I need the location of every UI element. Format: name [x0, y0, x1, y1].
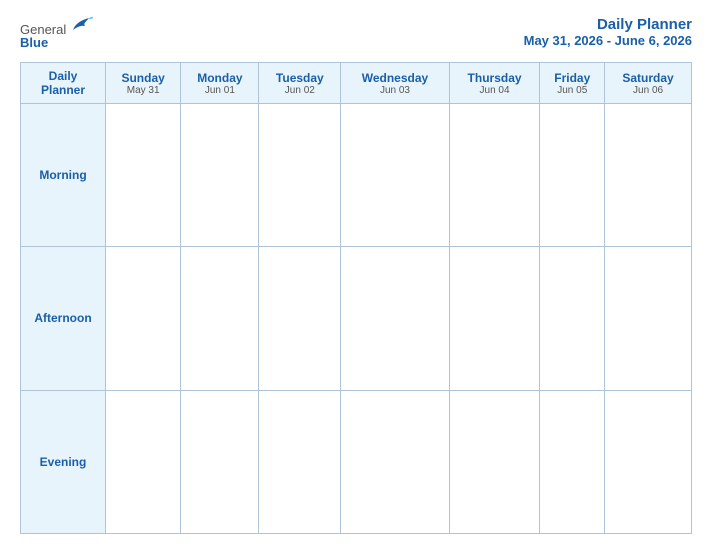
evening-label: Evening [21, 390, 106, 533]
morning-thursday-cell[interactable] [449, 104, 540, 247]
thursday-date: Jun 04 [454, 85, 536, 96]
monday-label: Monday [185, 71, 254, 85]
page-header: General Blue Daily Planner May 31, 2026 … [20, 16, 692, 50]
col-header-sunday: Sunday May 31 [106, 63, 181, 104]
afternoon-friday-cell[interactable] [540, 247, 605, 390]
evening-saturday-cell[interactable] [605, 390, 692, 533]
afternoon-thursday-cell[interactable] [449, 247, 540, 390]
evening-tuesday-cell[interactable] [259, 390, 341, 533]
calendar-table: Daily Planner Sunday May 31 Monday Jun 0… [20, 62, 692, 534]
logo: General Blue [20, 16, 93, 50]
col-header-tuesday: Tuesday Jun 02 [259, 63, 341, 104]
afternoon-label: Afternoon [21, 247, 106, 390]
page-title: Daily Planner [524, 16, 692, 33]
afternoon-row: Afternoon [21, 247, 692, 390]
logo-blue: Blue [20, 35, 93, 50]
morning-tuesday-cell[interactable] [259, 104, 341, 247]
wednesday-label: Wednesday [345, 71, 445, 85]
page-subtitle: May 31, 2026 - June 6, 2026 [524, 33, 692, 48]
corner-label-line1: Daily [25, 69, 101, 83]
saturday-label: Saturday [609, 71, 687, 85]
morning-saturday-cell[interactable] [605, 104, 692, 247]
col-header-wednesday: Wednesday Jun 03 [341, 63, 450, 104]
corner-header: Daily Planner [21, 63, 106, 104]
col-header-saturday: Saturday Jun 06 [605, 63, 692, 104]
morning-row: Morning [21, 104, 692, 247]
corner-label-line2: Planner [25, 83, 101, 97]
col-header-thursday: Thursday Jun 04 [449, 63, 540, 104]
afternoon-wednesday-cell[interactable] [341, 247, 450, 390]
morning-sunday-cell[interactable] [106, 104, 181, 247]
sunday-date: May 31 [110, 85, 176, 96]
afternoon-monday-cell[interactable] [181, 247, 259, 390]
col-header-monday: Monday Jun 01 [181, 63, 259, 104]
evening-monday-cell[interactable] [181, 390, 259, 533]
afternoon-tuesday-cell[interactable] [259, 247, 341, 390]
tuesday-date: Jun 02 [263, 85, 336, 96]
col-header-friday: Friday Jun 05 [540, 63, 605, 104]
evening-sunday-cell[interactable] [106, 390, 181, 533]
monday-date: Jun 01 [185, 85, 254, 96]
tuesday-label: Tuesday [263, 71, 336, 85]
morning-monday-cell[interactable] [181, 104, 259, 247]
logo-bird-icon [71, 16, 93, 34]
title-area: Daily Planner May 31, 2026 - June 6, 202… [524, 16, 692, 48]
wednesday-date: Jun 03 [345, 85, 445, 96]
morning-wednesday-cell[interactable] [341, 104, 450, 247]
thursday-label: Thursday [454, 71, 536, 85]
evening-friday-cell[interactable] [540, 390, 605, 533]
morning-label: Morning [21, 104, 106, 247]
calendar-header-row: Daily Planner Sunday May 31 Monday Jun 0… [21, 63, 692, 104]
saturday-date: Jun 06 [609, 85, 687, 96]
evening-row: Evening [21, 390, 692, 533]
friday-label: Friday [544, 71, 600, 85]
evening-wednesday-cell[interactable] [341, 390, 450, 533]
evening-thursday-cell[interactable] [449, 390, 540, 533]
sunday-label: Sunday [110, 71, 176, 85]
morning-friday-cell[interactable] [540, 104, 605, 247]
afternoon-saturday-cell[interactable] [605, 247, 692, 390]
afternoon-sunday-cell[interactable] [106, 247, 181, 390]
friday-date: Jun 05 [544, 85, 600, 96]
